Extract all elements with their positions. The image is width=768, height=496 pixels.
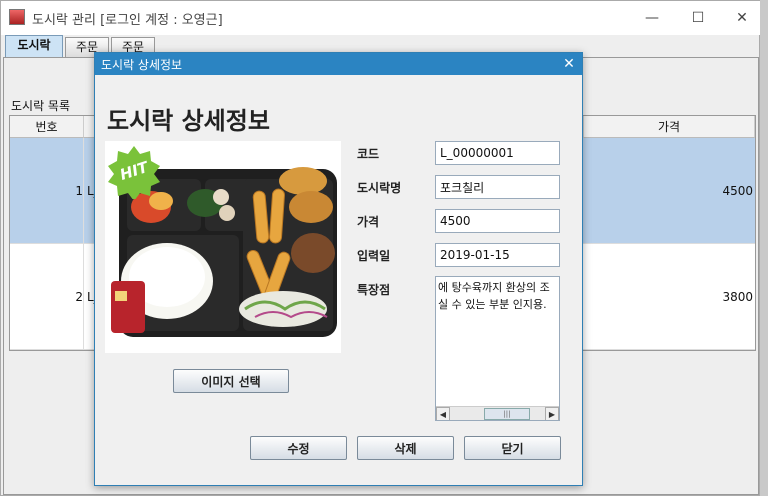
name-label: 도시락명 [357, 181, 402, 195]
features-text: 에 탕수육까지 환상의 조 실 수 있는 부분 인지용. [438, 279, 559, 313]
date-label: 입력일 [357, 249, 391, 263]
minimize-button[interactable]: — [637, 6, 667, 30]
edit-button[interactable]: 수정 [250, 436, 347, 460]
dialog-close-icon[interactable]: ✕ [557, 53, 581, 75]
code-field[interactable] [435, 141, 560, 165]
features-textarea[interactable]: 에 탕수육까지 환상의 조 실 수 있는 부분 인지용. ◀ ||| ▶ [435, 276, 560, 421]
scroll-thumb[interactable]: ||| [484, 408, 530, 420]
features-line: 실 수 있는 부분 인지용. [438, 298, 547, 311]
name-field[interactable] [435, 175, 560, 199]
row-price: 4500 [722, 183, 753, 198]
title-bar[interactable]: 도시락 관리 [로그인 계정 : 오영근] — ☐ ✕ [1, 1, 761, 35]
column-header-no[interactable]: 번호 [10, 116, 84, 138]
scroll-left-icon[interactable]: ◀ [436, 407, 450, 420]
delete-button[interactable]: 삭제 [357, 436, 454, 460]
price-label: 가격 [357, 215, 380, 229]
close-dialog-button[interactable]: 닫기 [464, 436, 561, 460]
features-label: 특장점 [357, 283, 391, 297]
select-image-button[interactable]: 이미지 선택 [173, 369, 289, 393]
dialog-title-bar[interactable]: 도시락 상세정보 ✕ [95, 53, 582, 75]
features-line: 에 탕수육까지 환상의 조 [438, 281, 550, 294]
list-section-label: 도시락 목록 [11, 99, 71, 113]
window-title: 도시락 관리 [로그인 계정 : 오영근] [32, 13, 223, 28]
code-label: 코드 [357, 147, 380, 161]
close-button[interactable]: ✕ [727, 6, 757, 30]
lunchbox-image: HIT [105, 141, 341, 353]
scroll-right-icon[interactable]: ▶ [545, 407, 559, 420]
row-no: 1 [10, 138, 84, 243]
java-app-icon [9, 9, 25, 25]
horizontal-scrollbar[interactable]: ◀ ||| ▶ [436, 406, 559, 420]
tab-lunchbox[interactable]: 도시락 [5, 35, 63, 57]
dialog-heading: 도시락 상세정보 [107, 107, 270, 135]
date-field[interactable] [435, 243, 560, 267]
detail-dialog: 도시락 상세정보 ✕ 도시락 상세정보 HIT 이미지 선택 코드 L_0000… [94, 52, 583, 486]
price-field[interactable] [435, 209, 560, 233]
dialog-title: 도시락 상세정보 [101, 58, 183, 72]
maximize-button[interactable]: ☐ [683, 6, 713, 30]
background-window-edge [760, 0, 768, 496]
hit-badge: HIT [107, 145, 161, 201]
row-no: 2 [10, 244, 84, 349]
row-price: 3800 [722, 289, 753, 304]
column-header-price[interactable]: 가격 [584, 116, 755, 138]
